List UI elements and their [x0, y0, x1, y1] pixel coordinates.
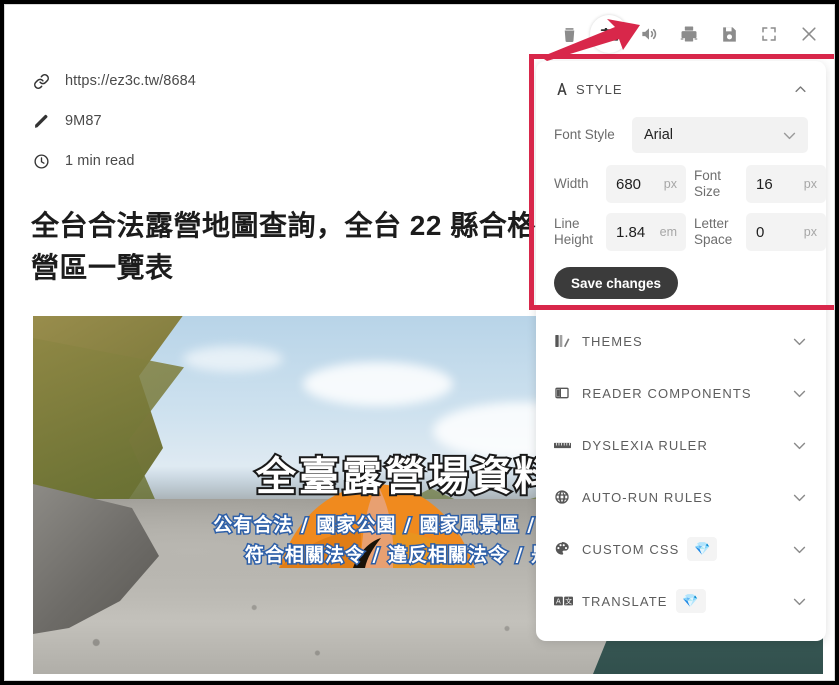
print-icon[interactable] — [670, 15, 708, 53]
cloud-shape — [183, 346, 283, 372]
article-content: https://ez3c.tw/8684 9M87 1 min read 全台合… — [5, 5, 565, 289]
font-style-select[interactable]: Arial — [632, 117, 808, 153]
pen-icon — [31, 111, 51, 131]
menu-label: AUTO-RUN RULES — [582, 489, 713, 505]
menu-item-custom-css[interactable]: CUSTOM CSS 💎 — [536, 523, 826, 575]
chevron-down-icon — [781, 127, 798, 144]
article-author-row: 9M87 — [31, 105, 565, 137]
save-changes-button[interactable]: Save changes — [554, 267, 679, 299]
line-height-value: 1.84 — [616, 223, 646, 241]
globe-icon — [554, 489, 578, 505]
letter-space-label: Letter Space — [694, 216, 733, 247]
article-url-row: https://ez3c.tw/8684 — [31, 65, 565, 97]
menu-label: THEMES — [582, 333, 643, 349]
translate-icon: A 文 — [554, 595, 578, 607]
reader-toolbar — [550, 15, 828, 53]
settings-sliders-icon[interactable] — [590, 15, 628, 53]
article-readtime-row: 1 min read — [31, 145, 565, 177]
ruler-icon — [554, 439, 578, 452]
link-icon — [31, 71, 51, 91]
cloud-shape — [303, 362, 453, 406]
style-section-title: STYLE — [576, 81, 623, 97]
settings-menu-list: THEMES READER COMPONENTS DYSLEXIA RULER … — [536, 315, 826, 641]
letter-space-value: 0 — [756, 223, 765, 241]
delete-icon[interactable] — [550, 15, 588, 53]
palette-icon — [554, 541, 578, 557]
font-size-label: Font Size — [694, 168, 722, 199]
save-icon[interactable] — [710, 15, 748, 53]
orange-tent — [279, 484, 475, 568]
font-style-value: Arial — [644, 127, 674, 143]
clock-icon — [31, 151, 51, 171]
chevron-down-icon[interactable] — [791, 437, 808, 454]
menu-item-translate[interactable]: A 文 TRANSLATE 💎 — [536, 575, 826, 627]
fullscreen-icon[interactable] — [750, 15, 788, 53]
reader-window: https://ez3c.tw/8684 9M87 1 min read 全台合… — [4, 4, 835, 681]
article-read-time: 1 min read — [65, 153, 135, 169]
menu-label: READER COMPONENTS — [582, 385, 752, 401]
themes-icon — [554, 333, 578, 349]
style-numeric-fields: Width 680 px Font Size 16 px Line Height… — [554, 165, 826, 251]
close-icon[interactable] — [790, 15, 828, 53]
font-style-row: Font Style Arial — [554, 117, 808, 153]
letter-a-icon — [554, 81, 576, 97]
chevron-down-icon[interactable] — [791, 541, 808, 558]
menu-item-reader-components[interactable]: READER COMPONENTS — [536, 367, 826, 419]
page-title: 全台合法露營地圖查詢，全台 22 縣合格營區一覽表 — [31, 210, 536, 283]
article-url[interactable]: https://ez3c.tw/8684 — [65, 73, 196, 89]
line-height-input[interactable]: 1.84 em — [606, 213, 686, 251]
width-value: 680 — [616, 175, 642, 193]
style-section-header[interactable]: STYLE — [554, 77, 808, 101]
style-section: STYLE Font Style Arial Width 680 px Font… — [536, 61, 826, 315]
width-unit: px — [663, 177, 677, 191]
svg-text:A: A — [556, 598, 561, 606]
line-height-label: Line Height — [554, 216, 594, 247]
width-input[interactable]: 680 px — [606, 165, 686, 203]
chevron-down-icon[interactable] — [791, 333, 808, 350]
line-height-unit: em — [659, 225, 677, 239]
premium-gem-badge: 💎 — [687, 537, 718, 561]
chevron-down-icon[interactable] — [791, 593, 808, 610]
premium-gem-badge: 💎 — [675, 589, 706, 613]
letter-space-input[interactable]: 0 px — [746, 213, 826, 251]
article-author: 9M87 — [65, 113, 102, 129]
letter-space-unit: px — [803, 225, 817, 239]
font-size-unit: px — [803, 177, 817, 191]
menu-item-dyslexia-ruler[interactable]: DYSLEXIA RULER — [536, 419, 826, 471]
speaker-icon[interactable] — [630, 15, 668, 53]
font-style-label: Font Style — [554, 126, 615, 142]
svg-text:文: 文 — [565, 597, 572, 606]
chevron-down-icon[interactable] — [791, 489, 808, 506]
chevron-up-icon[interactable] — [793, 82, 808, 97]
menu-label: TRANSLATE — [582, 593, 668, 609]
menu-item-auto-run-rules[interactable]: AUTO-RUN RULES — [536, 471, 826, 523]
menu-label: DYSLEXIA RULER — [582, 437, 708, 453]
chevron-down-icon[interactable] — [791, 385, 808, 402]
menu-item-themes[interactable]: THEMES — [536, 315, 826, 367]
menu-label: CUSTOM CSS — [582, 541, 680, 557]
columns-icon — [554, 385, 578, 401]
font-size-input[interactable]: 16 px — [746, 165, 826, 203]
reader-settings-panel: STYLE Font Style Arial Width 680 px Font… — [536, 61, 826, 641]
font-size-value: 16 — [756, 175, 773, 193]
width-label: Width — [554, 176, 589, 192]
